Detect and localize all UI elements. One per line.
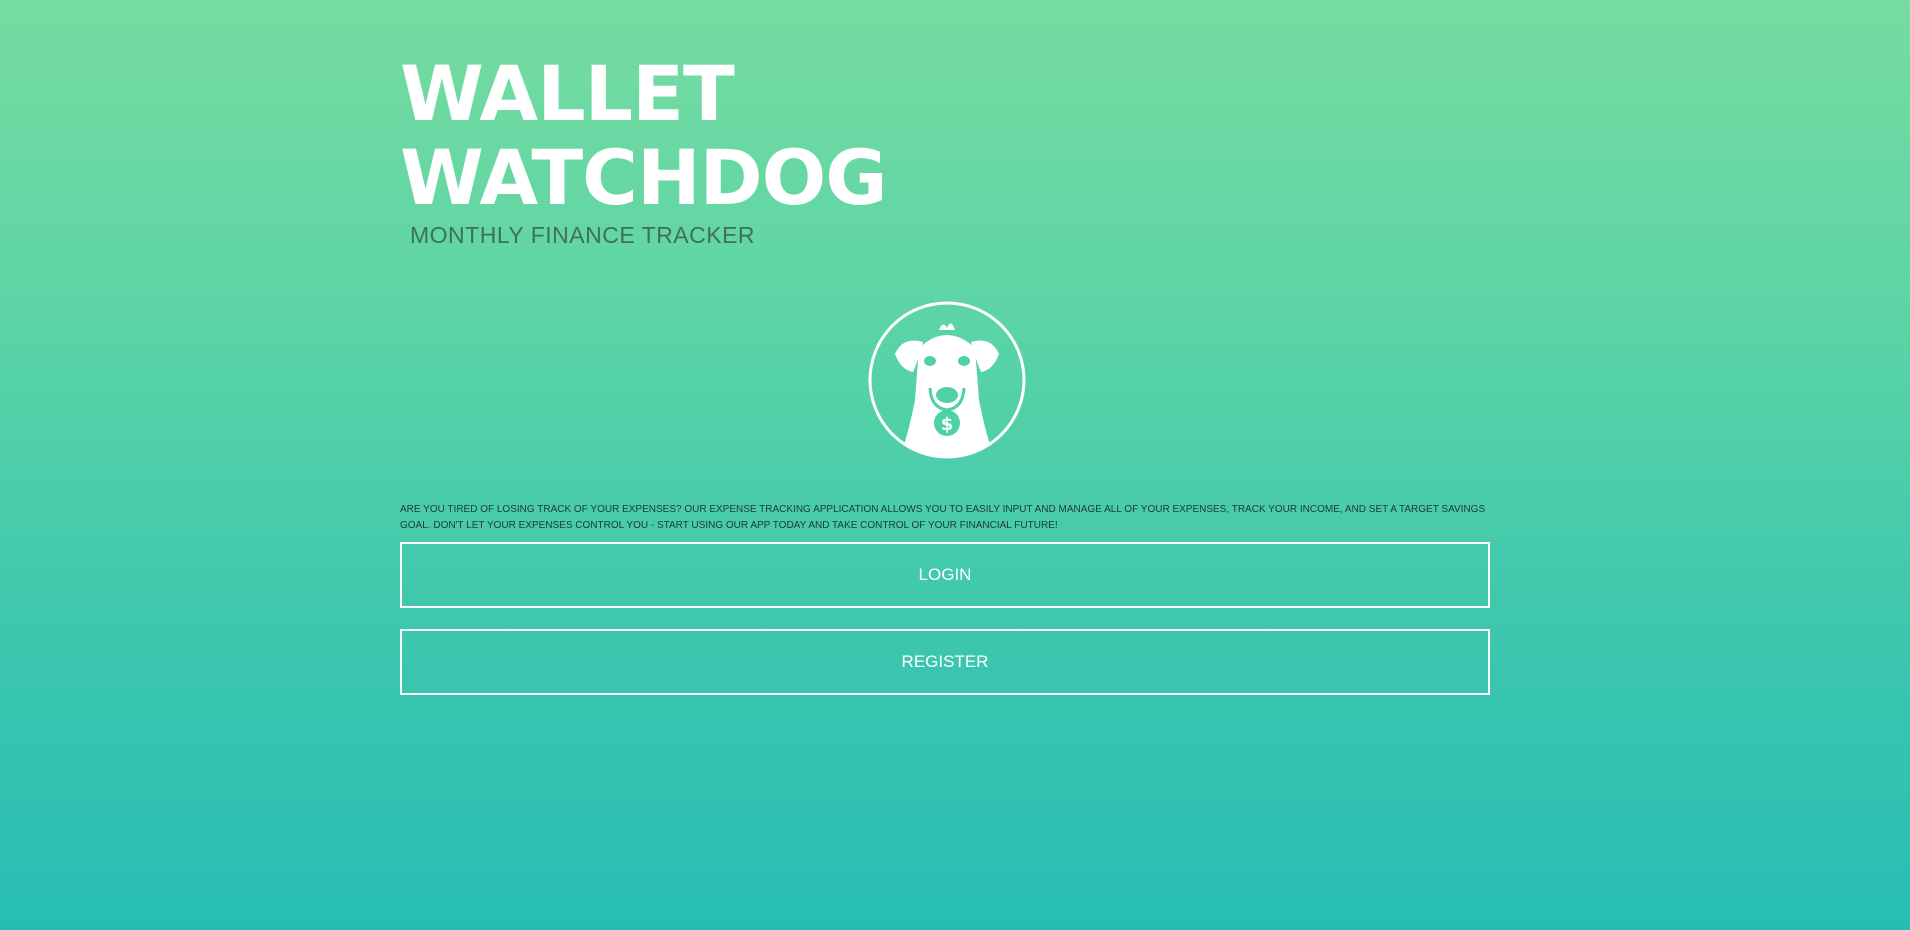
watchdog-logo-icon: $	[867, 300, 1027, 460]
app-title: WALLET WATCHDOG	[400, 49, 888, 222]
app-subtitle: MONTHLY FINANCE TRACKER	[410, 222, 756, 248]
register-button-label: REGISTER	[901, 652, 989, 671]
login-button[interactable]: LOGIN	[400, 542, 1490, 608]
app-description: ARE YOU TIRED OF LOSING TRACK OF YOUR EX…	[400, 504, 1486, 531]
register-button[interactable]: REGISTER	[400, 629, 1490, 695]
svg-text:$: $	[941, 414, 954, 435]
login-button-label: LOGIN	[918, 565, 972, 584]
